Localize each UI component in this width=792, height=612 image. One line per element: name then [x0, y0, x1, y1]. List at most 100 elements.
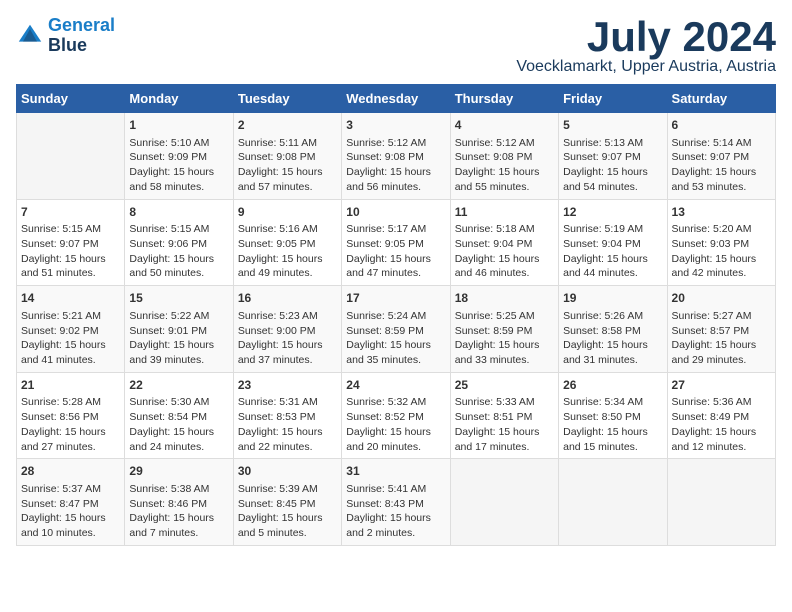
day-number: 16 [238, 290, 337, 307]
day-info: Sunrise: 5:37 AM Sunset: 8:47 PM Dayligh… [21, 482, 120, 541]
day-info: Sunrise: 5:28 AM Sunset: 8:56 PM Dayligh… [21, 395, 120, 454]
calendar-cell: 7Sunrise: 5:15 AM Sunset: 9:07 PM Daylig… [17, 199, 125, 286]
header: General Blue July 2024 Voecklamarkt, Upp… [16, 16, 776, 76]
day-info: Sunrise: 5:25 AM Sunset: 8:59 PM Dayligh… [455, 309, 554, 368]
calendar-cell: 14 Sunrise: 5:21 AM Sunset: 9:02 PM Dayli… [17, 286, 125, 373]
day-number: 30 [238, 463, 337, 480]
logo-text: General Blue [48, 16, 115, 56]
day-info: Sunrise: 5:17 AM Sunset: 9:05 PM Dayligh… [346, 222, 445, 281]
day-number: 17 [346, 290, 445, 307]
day-number: 1 [129, 117, 228, 134]
month-title: July 2024 [516, 16, 776, 58]
day-number: 7 [21, 204, 120, 221]
day-info: Sunrise: 5:16 AM Sunset: 9:05 PM Dayligh… [238, 222, 337, 281]
day-number: 5 [563, 117, 662, 134]
calendar-cell: 17 Sunrise: 5:24 AM Sunset: 8:59 PM Dayli… [342, 286, 450, 373]
calendar-cell: 2Sunrise: 5:11 AM Sunset: 9:08 PM Daylig… [233, 113, 341, 200]
calendar-cell: 1 Sunrise: 5:10 AM Sunset: 9:09 PM Daylig… [125, 113, 233, 200]
calendar-cell: 27Sunrise: 5:36 AM Sunset: 8:49 PM Dayli… [667, 372, 775, 459]
day-info: Sunrise: 5:20 AM Sunset: 9:03 PM Dayligh… [672, 222, 771, 281]
day-number: 11 [455, 204, 554, 221]
calendar-cell: 23Sunrise: 5:31 AM Sunset: 8:53 PM Dayli… [233, 372, 341, 459]
location-title: Voecklamarkt, Upper Austria, Austria [516, 58, 776, 76]
calendar-cell [450, 459, 558, 546]
calendar-cell: 15 Sunrise: 5:22 AM Sunset: 9:01 PM Dayli… [125, 286, 233, 373]
calendar-cell: 3Sunrise: 5:12 AM Sunset: 9:08 PM Daylig… [342, 113, 450, 200]
day-of-week-header: Friday [559, 85, 667, 113]
calendar-cell: 8Sunrise: 5:15 AM Sunset: 9:06 PM Daylig… [125, 199, 233, 286]
day-number: 3 [346, 117, 445, 134]
day-info: Sunrise: 5:22 AM Sunset: 9:01 PM Dayligh… [129, 309, 228, 368]
day-number: 4 [455, 117, 554, 134]
calendar-cell: 21Sunrise: 5:28 AM Sunset: 8:56 PM Dayli… [17, 372, 125, 459]
day-number: 8 [129, 204, 228, 221]
calendar-cell: 10Sunrise: 5:17 AM Sunset: 9:05 PM Dayli… [342, 199, 450, 286]
day-of-week-header: Saturday [667, 85, 775, 113]
day-info: Sunrise: 5:34 AM Sunset: 8:50 PM Dayligh… [563, 395, 662, 454]
day-info: Sunrise: 5:21 AM Sunset: 9:02 PM Dayligh… [21, 309, 120, 368]
day-info: Sunrise: 5:36 AM Sunset: 8:49 PM Dayligh… [672, 395, 771, 454]
calendar-cell: 5Sunrise: 5:13 AM Sunset: 9:07 PM Daylig… [559, 113, 667, 200]
calendar-cell: 9Sunrise: 5:16 AM Sunset: 9:05 PM Daylig… [233, 199, 341, 286]
day-number: 27 [672, 377, 771, 394]
day-number: 15 [129, 290, 228, 307]
calendar-cell: 26Sunrise: 5:34 AM Sunset: 8:50 PM Dayli… [559, 372, 667, 459]
day-info: Sunrise: 5:26 AM Sunset: 8:58 PM Dayligh… [563, 309, 662, 368]
calendar-cell [559, 459, 667, 546]
calendar-week-row: 1 Sunrise: 5:10 AM Sunset: 9:09 PM Daylig… [17, 113, 776, 200]
title-area: July 2024 Voecklamarkt, Upper Austria, A… [516, 16, 776, 76]
day-info: Sunrise: 5:38 AM Sunset: 8:46 PM Dayligh… [129, 482, 228, 541]
calendar-cell: 6 Sunrise: 5:14 AM Sunset: 9:07 PM Daylig… [667, 113, 775, 200]
day-of-week-header: Thursday [450, 85, 558, 113]
calendar-cell: 24Sunrise: 5:32 AM Sunset: 8:52 PM Dayli… [342, 372, 450, 459]
day-number: 12 [563, 204, 662, 221]
calendar-table: SundayMondayTuesdayWednesdayThursdayFrid… [16, 84, 776, 546]
calendar-cell: 29 Sunrise: 5:38 AM Sunset: 8:46 PM Dayli… [125, 459, 233, 546]
logo-icon [16, 22, 44, 50]
calendar-week-row: 7Sunrise: 5:15 AM Sunset: 9:07 PM Daylig… [17, 199, 776, 286]
calendar-cell: 25Sunrise: 5:33 AM Sunset: 8:51 PM Dayli… [450, 372, 558, 459]
calendar-week-row: 21Sunrise: 5:28 AM Sunset: 8:56 PM Dayli… [17, 372, 776, 459]
day-number: 6 [672, 117, 771, 134]
day-number: 23 [238, 377, 337, 394]
calendar-cell: 22Sunrise: 5:30 AM Sunset: 8:54 PM Dayli… [125, 372, 233, 459]
day-info: Sunrise: 5:11 AM Sunset: 9:08 PM Dayligh… [238, 136, 337, 195]
day-number: 31 [346, 463, 445, 480]
day-info: Sunrise: 5:18 AM Sunset: 9:04 PM Dayligh… [455, 222, 554, 281]
day-number: 22 [129, 377, 228, 394]
day-info: Sunrise: 5:12 AM Sunset: 9:08 PM Dayligh… [455, 136, 554, 195]
calendar-cell: 31Sunrise: 5:41 AM Sunset: 8:43 PM Dayli… [342, 459, 450, 546]
logo: General Blue [16, 16, 115, 56]
day-info: Sunrise: 5:19 AM Sunset: 9:04 PM Dayligh… [563, 222, 662, 281]
calendar-cell: 13Sunrise: 5:20 AM Sunset: 9:03 PM Dayli… [667, 199, 775, 286]
day-info: Sunrise: 5:23 AM Sunset: 9:00 PM Dayligh… [238, 309, 337, 368]
day-info: Sunrise: 5:15 AM Sunset: 9:06 PM Dayligh… [129, 222, 228, 281]
day-number: 25 [455, 377, 554, 394]
day-info: Sunrise: 5:32 AM Sunset: 8:52 PM Dayligh… [346, 395, 445, 454]
day-number: 24 [346, 377, 445, 394]
day-of-week-header: Monday [125, 85, 233, 113]
calendar-cell: 11Sunrise: 5:18 AM Sunset: 9:04 PM Dayli… [450, 199, 558, 286]
day-number: 13 [672, 204, 771, 221]
calendar-cell: 20Sunrise: 5:27 AM Sunset: 8:57 PM Dayli… [667, 286, 775, 373]
day-number: 19 [563, 290, 662, 307]
calendar-cell: 16 Sunrise: 5:23 AM Sunset: 9:00 PM Dayli… [233, 286, 341, 373]
day-info: Sunrise: 5:31 AM Sunset: 8:53 PM Dayligh… [238, 395, 337, 454]
day-info: Sunrise: 5:14 AM Sunset: 9:07 PM Dayligh… [672, 136, 771, 195]
day-of-week-header: Sunday [17, 85, 125, 113]
day-info: Sunrise: 5:10 AM Sunset: 9:09 PM Dayligh… [129, 136, 228, 195]
calendar-week-row: 28 Sunrise: 5:37 AM Sunset: 8:47 PM Dayli… [17, 459, 776, 546]
day-number: 9 [238, 204, 337, 221]
calendar-cell: 19 Sunrise: 5:26 AM Sunset: 8:58 PM Dayli… [559, 286, 667, 373]
calendar-cell: 12Sunrise: 5:19 AM Sunset: 9:04 PM Dayli… [559, 199, 667, 286]
day-info: Sunrise: 5:39 AM Sunset: 8:45 PM Dayligh… [238, 482, 337, 541]
day-info: Sunrise: 5:24 AM Sunset: 8:59 PM Dayligh… [346, 309, 445, 368]
day-number: 14 [21, 290, 120, 307]
calendar-cell [667, 459, 775, 546]
day-of-week-header: Tuesday [233, 85, 341, 113]
day-number: 29 [129, 463, 228, 480]
calendar-week-row: 14 Sunrise: 5:21 AM Sunset: 9:02 PM Dayli… [17, 286, 776, 373]
calendar-cell: 18Sunrise: 5:25 AM Sunset: 8:59 PM Dayli… [450, 286, 558, 373]
day-number: 28 [21, 463, 120, 480]
calendar-cell: 4 Sunrise: 5:12 AM Sunset: 9:08 PM Daylig… [450, 113, 558, 200]
